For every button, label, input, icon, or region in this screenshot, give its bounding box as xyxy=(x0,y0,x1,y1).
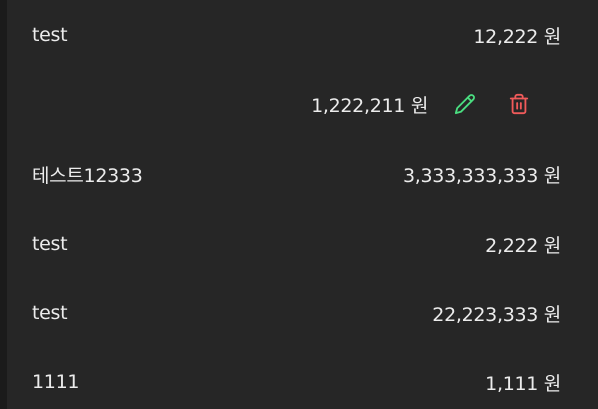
left-border xyxy=(0,0,7,409)
expense-row[interactable]: test 2,222 원 xyxy=(32,224,561,264)
expense-name: test xyxy=(32,302,68,324)
expense-name: 1111 xyxy=(32,371,80,393)
expense-amount: 12,222 원 xyxy=(473,25,561,48)
expense-row[interactable]: test 22,223,333 원 xyxy=(32,293,561,333)
expense-list-panel: test 12,222 원 1,222,211 원 테스트12333 3,333… xyxy=(0,0,598,409)
expense-amount: 3,333,333,333 원 xyxy=(402,164,561,187)
expense-name: 테스트12333 xyxy=(32,164,143,187)
delete-button[interactable] xyxy=(506,91,532,117)
expense-row-selected[interactable]: 1,222,211 원 xyxy=(32,84,532,124)
row-actions xyxy=(452,91,532,117)
expense-amount: 1,111 원 xyxy=(485,372,561,395)
expense-amount: 1,222,211 원 xyxy=(311,94,428,117)
expense-amount: 2,222 원 xyxy=(485,234,561,257)
expense-name: test xyxy=(32,24,68,46)
edit-button[interactable] xyxy=(452,91,478,117)
expense-name: test xyxy=(32,233,68,255)
expense-row[interactable]: 1111 1,111 원 xyxy=(32,362,561,402)
trash-icon xyxy=(509,93,529,115)
pencil-icon xyxy=(454,94,475,115)
expense-row[interactable]: test 12,222 원 xyxy=(32,15,561,55)
expense-amount: 22,223,333 원 xyxy=(432,303,561,326)
expense-row[interactable]: 테스트12333 3,333,333,333 원 xyxy=(32,154,561,194)
